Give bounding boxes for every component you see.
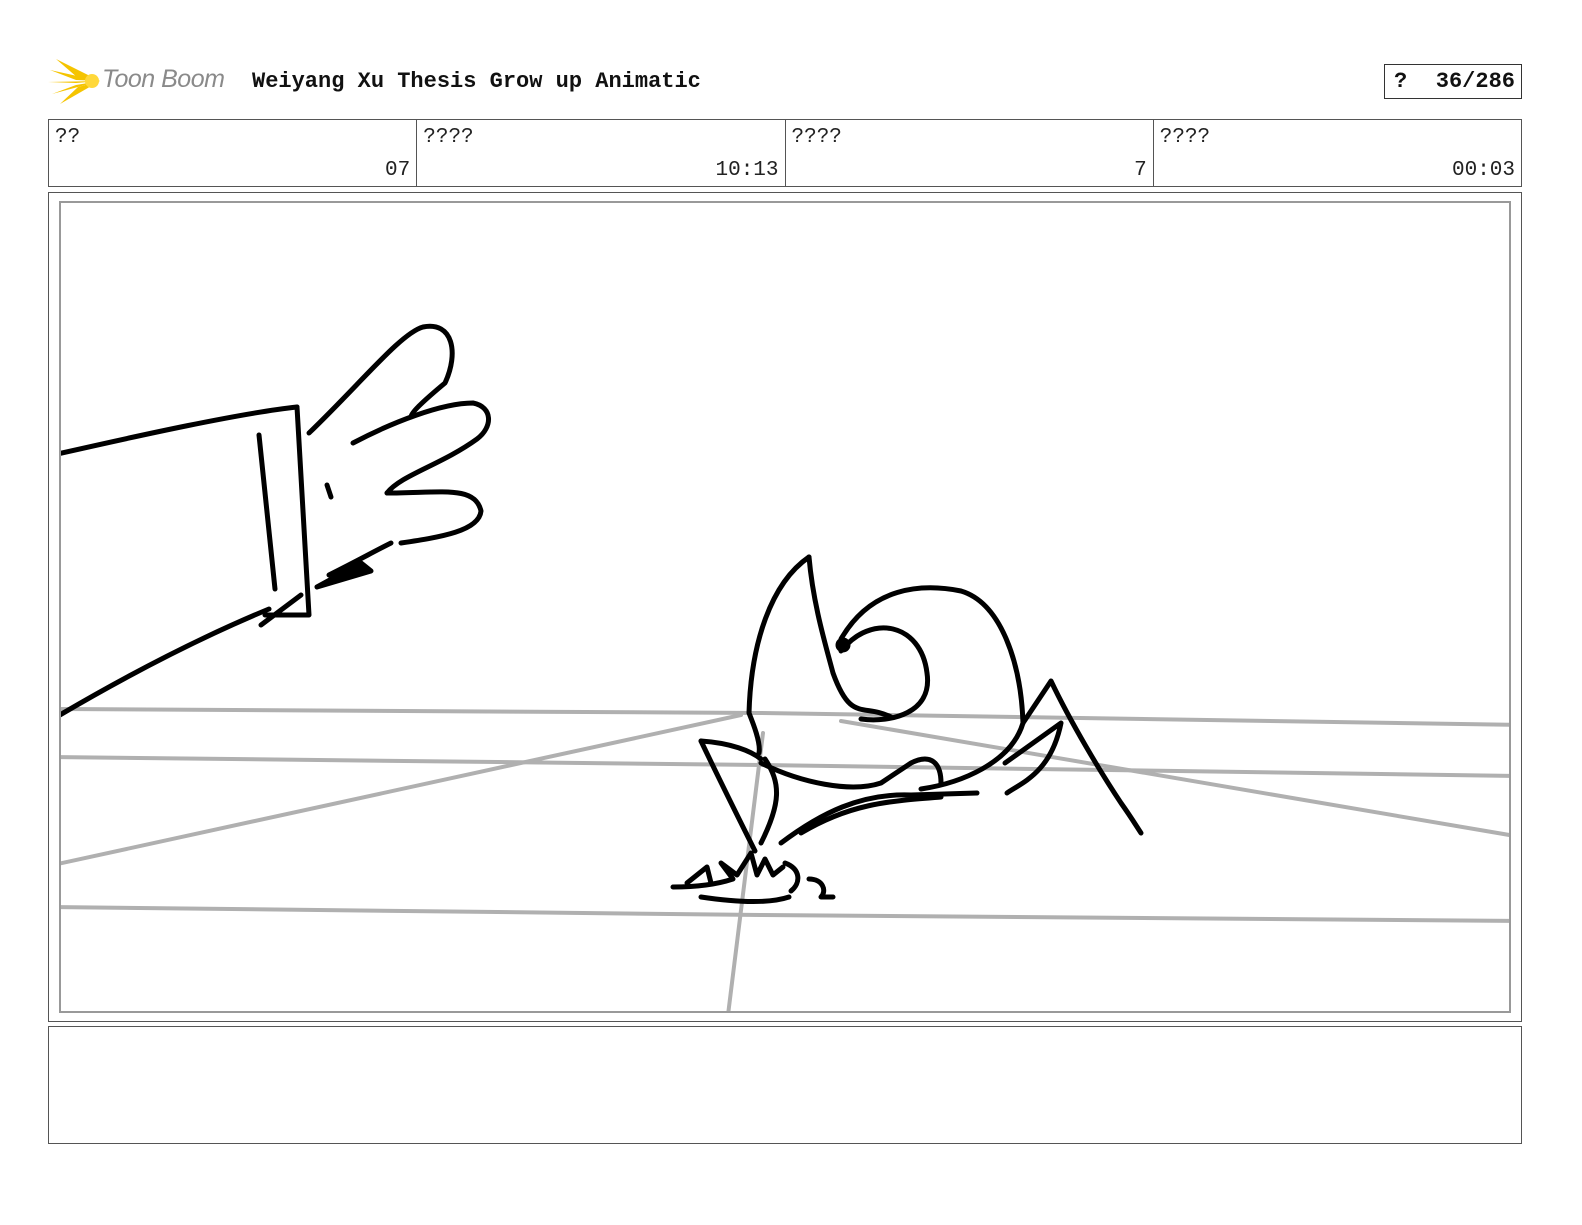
info-label: ????	[1159, 126, 1211, 149]
toon-boom-logo: Toon Boom	[48, 56, 238, 106]
panel-notes	[48, 1026, 1522, 1144]
info-label: ????	[423, 126, 474, 149]
character-sketch	[61, 323, 1144, 904]
info-label: ????	[791, 126, 842, 149]
info-cell: ???? 10:13	[417, 120, 786, 186]
logo-text: Toon Boom	[102, 65, 225, 93]
info-label: ??	[55, 126, 81, 149]
info-value: 7	[1134, 159, 1147, 182]
page-label: ?	[1394, 69, 1408, 94]
info-cell: ???? 00:03	[1154, 120, 1521, 186]
storyboard-panel	[48, 192, 1522, 1022]
panel-info-row: ?? 07 ???? 10:13 ???? 7 ???? 00:03	[48, 119, 1522, 187]
info-cell: ???? 7	[786, 120, 1154, 186]
info-value: 10:13	[715, 159, 779, 182]
header: Toon Boom Weiyang Xu Thesis Grow up Anim…	[48, 56, 1522, 106]
starburst-icon	[48, 59, 100, 104]
storyboard-sketch	[61, 323, 1509, 1011]
info-cell: ?? 07	[49, 120, 418, 186]
page-number: 36/286	[1435, 69, 1515, 94]
info-value: 07	[385, 159, 411, 182]
info-value: 00:03	[1451, 159, 1515, 182]
panel-frame	[59, 201, 1511, 1013]
project-title: Weiyang Xu Thesis Grow up Animatic	[252, 69, 701, 94]
page-counter: ? 36/286	[1384, 64, 1522, 99]
